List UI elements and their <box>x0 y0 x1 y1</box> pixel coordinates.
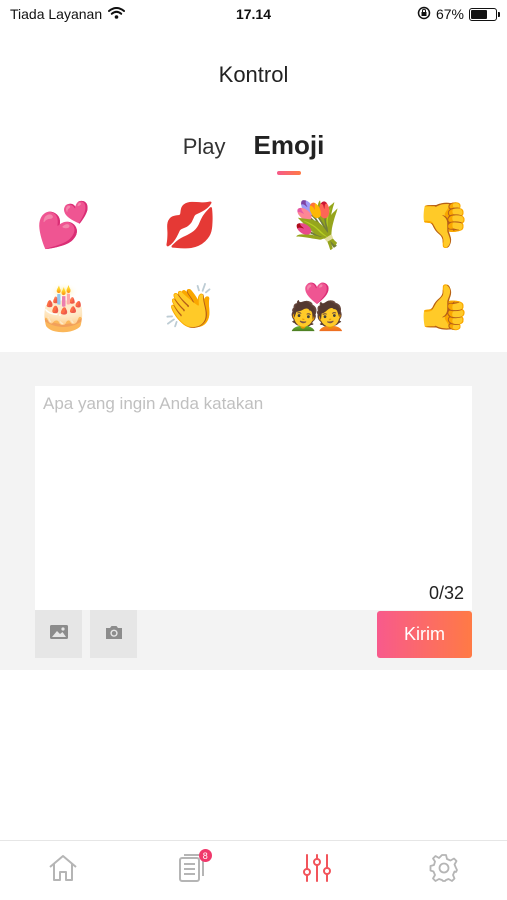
tab-play-label: Play <box>182 134 226 159</box>
status-right: 67% <box>417 6 500 23</box>
battery-level <box>471 9 488 19</box>
image-button[interactable] <box>35 610 82 658</box>
composer-area: 0/32 Kirim <box>0 352 507 670</box>
sliders-icon <box>301 852 333 889</box>
emoji-birthday-cake[interactable]: 🎂 <box>0 282 127 334</box>
emoji-thumbs-up[interactable]: 👍 <box>380 282 507 334</box>
status-bar: Tiada Layanan 17.14 67% <box>0 0 507 28</box>
send-button[interactable]: Kirim <box>377 610 472 658</box>
tab-emoji[interactable]: Emoji <box>253 130 325 175</box>
composer-toolbar: Kirim <box>35 610 472 658</box>
nav-settings[interactable] <box>380 841 507 900</box>
page-title: Kontrol <box>218 62 289 87</box>
emoji-bouquet[interactable]: 💐 <box>254 200 381 252</box>
carrier-label: Tiada Layanan <box>10 6 103 22</box>
emoji-thumbs-down[interactable]: 👎 <box>380 200 507 252</box>
emoji-kiss-lips[interactable]: 💋 <box>127 200 254 252</box>
emoji-grid: 💕 💋 💐 👎 🎂 👏 💑 👍 <box>0 200 507 334</box>
camera-icon <box>104 624 124 645</box>
message-box: 0/32 <box>35 386 472 610</box>
notification-badge: 8 <box>198 849 212 862</box>
emoji-couple-with-heart[interactable]: 💑 <box>254 282 381 334</box>
home-icon <box>47 853 79 888</box>
emoji-clapping-hands[interactable]: 👏 <box>127 282 254 334</box>
char-counter: 0/32 <box>428 583 464 603</box>
gear-icon <box>428 852 460 889</box>
tab-emoji-label: Emoji <box>253 130 325 160</box>
rotation-lock-icon <box>417 6 431 23</box>
tab-switcher: Play Emoji <box>0 130 507 175</box>
nav-home[interactable] <box>0 841 127 900</box>
status-left: Tiada Layanan <box>10 6 126 22</box>
bottom-nav: 8 <box>0 840 507 900</box>
image-icon <box>49 624 69 645</box>
nav-playlist[interactable]: 8 <box>127 841 254 900</box>
wifi-icon <box>108 6 126 22</box>
tab-play[interactable]: Play <box>183 134 226 160</box>
camera-button[interactable] <box>90 610 137 658</box>
battery-percent: 67% <box>435 6 464 22</box>
active-tab-indicator <box>276 171 301 175</box>
emoji-hearts[interactable]: 💕 <box>0 200 127 252</box>
message-input[interactable] <box>35 386 472 576</box>
battery-icon <box>469 7 500 21</box>
nav-control[interactable] <box>254 841 381 900</box>
